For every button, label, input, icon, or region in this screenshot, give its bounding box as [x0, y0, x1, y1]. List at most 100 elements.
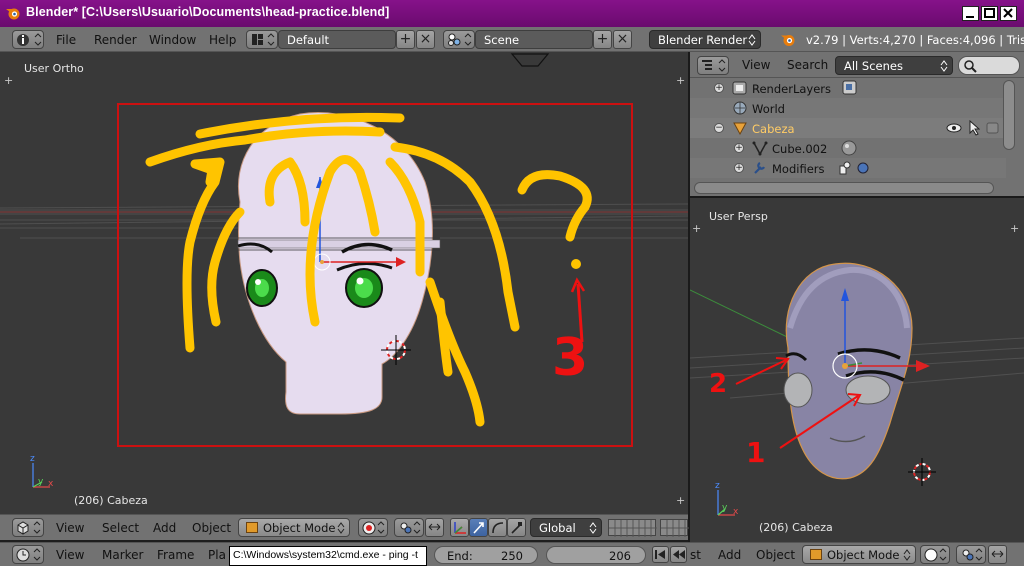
- camera-triangle: [510, 53, 550, 67]
- expand-icon[interactable]: +: [714, 83, 724, 93]
- jump-keyframe-back-button[interactable]: [670, 546, 687, 563]
- pivot-point-dropdown[interactable]: [394, 518, 424, 537]
- interaction-mode-dropdown[interactable]: Object Mode: [238, 518, 350, 537]
- outliner-search-input[interactable]: [958, 56, 1020, 75]
- add-layout-button[interactable]: +: [396, 30, 415, 49]
- cmd-window-tooltip[interactable]: C:\Windows\system32\cmd.exe - ping -t: [229, 546, 427, 566]
- maximize-button[interactable]: [981, 6, 998, 21]
- render-camera-icon[interactable]: [986, 121, 1000, 135]
- cursor-arrow-icon[interactable]: [968, 120, 980, 136]
- 3d-view-editor-type-button[interactable]: [12, 518, 44, 537]
- scale-tool-button[interactable]: [507, 518, 526, 537]
- editor-type-button[interactable]: [12, 30, 44, 49]
- transform-orientation-dropdown[interactable]: Global: [530, 518, 602, 537]
- viewport-corner-plus-icon[interactable]: +: [692, 222, 701, 235]
- view-menu-add[interactable]: Add: [718, 548, 741, 562]
- area-divider-horizontal[interactable]: [690, 196, 1024, 198]
- outliner-panel: + RenderLayers World − Cabeza + Cube.002…: [690, 78, 1024, 196]
- scene-selector-button[interactable]: [443, 30, 475, 49]
- outliner-horizontal-scrollbar[interactable]: [694, 182, 994, 194]
- timeline-editor-type-button[interactable]: [12, 545, 44, 564]
- left-3d-viewport[interactable]: z y x User Ortho (206) Cabeza 3 + + +: [0, 52, 688, 514]
- manipulator-toggle-button[interactable]: [988, 545, 1007, 564]
- view-menu-add[interactable]: Add: [153, 521, 176, 535]
- right-viewport-canvas[interactable]: z y x: [690, 198, 1024, 542]
- scale-icon: [511, 522, 522, 534]
- area-divider-vertical[interactable]: [688, 52, 690, 566]
- scene-name-field[interactable]: Scene: [475, 30, 593, 49]
- timeline-menu-view[interactable]: View: [56, 548, 84, 562]
- menu-window[interactable]: Window: [149, 33, 196, 47]
- translate-manipulator-button[interactable]: [450, 518, 469, 537]
- pivot-icon: [962, 548, 983, 561]
- rotate-icon: [492, 522, 504, 534]
- outliner-filter-dropdown[interactable]: All Scenes: [835, 56, 953, 75]
- outliner-row-renderlayers[interactable]: + RenderLayers: [690, 78, 1006, 98]
- left-viewport-canvas[interactable]: z y x: [0, 52, 688, 514]
- right-3d-view-header: st Add Object Object Mode: [690, 542, 1024, 566]
- outliner-menu-search[interactable]: Search: [787, 58, 828, 72]
- layer-buttons-extra[interactable]: [660, 519, 689, 537]
- rotate-tool-button[interactable]: [488, 518, 507, 537]
- annotation-number-3: 3: [552, 328, 589, 388]
- view-menu-object[interactable]: Object: [192, 521, 231, 535]
- updown-arrows-icon: [748, 34, 756, 46]
- viewport-shading-dropdown[interactable]: [358, 518, 388, 537]
- layout-name-field[interactable]: Default: [278, 30, 396, 49]
- collapse-icon[interactable]: −: [714, 123, 724, 133]
- eye-icon[interactable]: [946, 121, 962, 135]
- menu-file[interactable]: File: [56, 33, 76, 47]
- layer-buttons[interactable]: [608, 519, 657, 537]
- expand-icon[interactable]: +: [734, 163, 744, 173]
- annotation-number-2: 2: [709, 369, 728, 399]
- remove-scene-button[interactable]: ×: [613, 30, 632, 49]
- move-tool-button[interactable]: [469, 518, 488, 537]
- right-3d-viewport[interactable]: z y x User Persp (206) Cabeza 2 1 + +: [690, 198, 1024, 542]
- pivot-icon: [400, 521, 421, 534]
- remove-layout-button[interactable]: ×: [416, 30, 435, 49]
- current-frame-field[interactable]: 206: [546, 546, 646, 564]
- timeline-menu-marker[interactable]: Marker: [102, 548, 143, 562]
- close-button[interactable]: [1000, 6, 1017, 21]
- outliner-editor-type-button[interactable]: [697, 56, 729, 75]
- minimize-button[interactable]: [962, 6, 979, 21]
- outliner-row-cube[interactable]: + Cube.002: [690, 138, 1006, 158]
- menu-help[interactable]: Help: [209, 33, 236, 47]
- timeline-menu-frame[interactable]: Frame: [157, 548, 194, 562]
- view-menu-select-partial[interactable]: st: [690, 548, 701, 562]
- layers-grid-icon: [661, 520, 689, 537]
- outliner-row-cabeza[interactable]: − Cabeza: [690, 118, 1006, 138]
- viewport-corner-plus-icon[interactable]: +: [676, 494, 685, 507]
- viewport-corner-plus-icon[interactable]: +: [676, 74, 685, 87]
- interaction-mode-dropdown[interactable]: Object Mode: [802, 545, 916, 564]
- render-engine-dropdown[interactable]: Blender Render: [649, 30, 761, 49]
- expand-icon[interactable]: +: [734, 143, 744, 153]
- viewport-shading-dropdown[interactable]: [920, 545, 950, 564]
- manipulator-toggle-button[interactable]: [425, 518, 444, 537]
- outliner-menu-view[interactable]: View: [742, 58, 770, 72]
- end-frame-field[interactable]: End: 250: [434, 546, 538, 564]
- outliner-row-modifiers[interactable]: + Modifiers: [690, 158, 1006, 178]
- jump-to-start-button[interactable]: [652, 546, 669, 563]
- outliner-row-world[interactable]: World: [690, 98, 1006, 118]
- menu-render[interactable]: Render: [94, 33, 137, 47]
- layout-selector-button[interactable]: [246, 30, 278, 49]
- rewind-icon: [673, 550, 685, 559]
- viewport-corner-plus-icon[interactable]: +: [1010, 222, 1019, 235]
- 3d-view-icon: [17, 521, 41, 535]
- pivot-point-dropdown[interactable]: [956, 545, 986, 564]
- view-menu-select[interactable]: Select: [102, 521, 139, 535]
- axis-x-label: x: [733, 507, 739, 517]
- timeline-menu-playback[interactable]: Pla: [208, 548, 226, 562]
- mode-label: Object Mode: [263, 521, 336, 535]
- view-menu-view[interactable]: View: [56, 521, 84, 535]
- outliner-label: Modifiers: [772, 162, 825, 176]
- viewport-corner-plus-icon[interactable]: +: [4, 74, 13, 87]
- manipulator-icon: [428, 523, 441, 531]
- manipulator-icon: [991, 550, 1004, 558]
- outliner-vertical-scrollbar[interactable]: [1003, 80, 1015, 150]
- info-header: File Render Window Help Default + × Scen…: [0, 27, 1024, 52]
- add-scene-button[interactable]: +: [593, 30, 612, 49]
- view-menu-object[interactable]: Object: [756, 548, 795, 562]
- axis-y-label: y: [722, 503, 728, 513]
